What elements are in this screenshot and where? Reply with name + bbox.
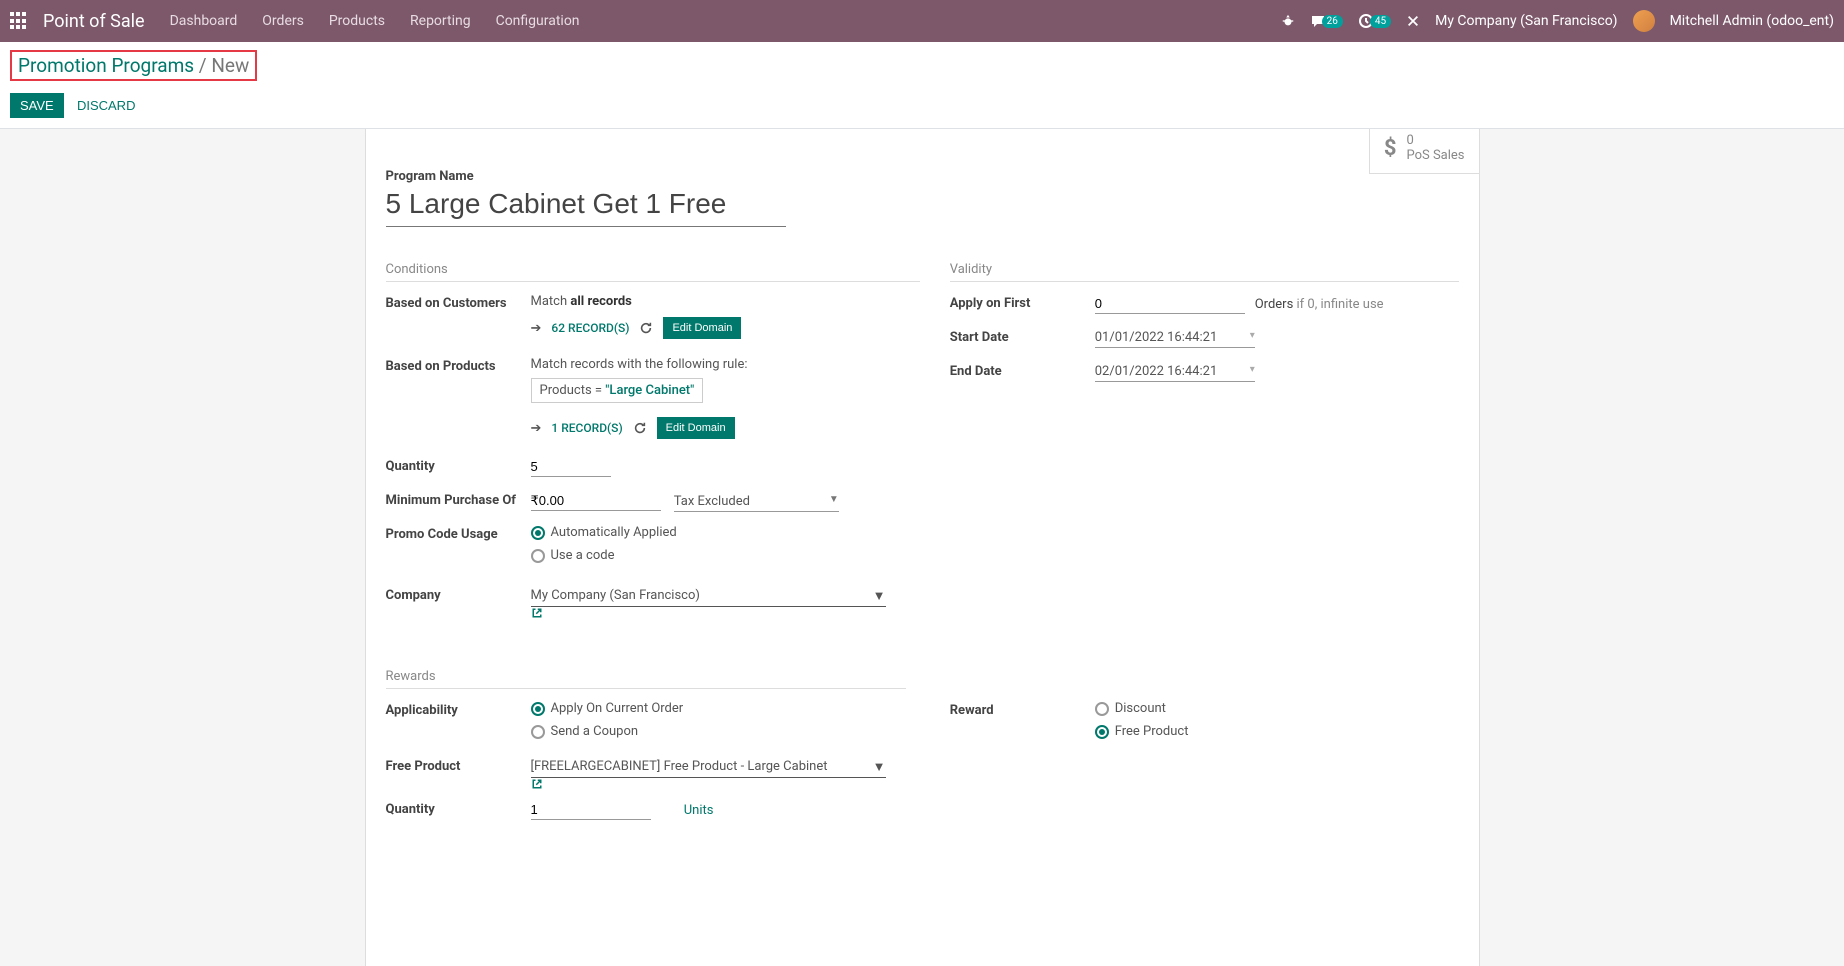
applicability-current-radio[interactable]: Apply On Current Order	[531, 701, 920, 716]
dollar-icon: $	[1384, 136, 1397, 161]
reward-quantity-input[interactable]	[531, 800, 651, 820]
label-free-product: Free Product	[386, 757, 531, 774]
radio-icon	[531, 549, 545, 563]
apply-on-first-help: Orders if 0, infinite use	[1255, 297, 1384, 312]
label-min-purchase: Minimum Purchase Of	[386, 491, 531, 508]
promo-code-radio[interactable]: Use a code	[531, 548, 920, 563]
free-product-select[interactable]: [FREELARGECABINET] Free Product - Large …	[531, 757, 886, 778]
radio-icon	[531, 526, 545, 540]
nav-configuration[interactable]: Configuration	[496, 13, 580, 29]
chevron-down-icon: ▼	[873, 588, 886, 604]
form-background: $ 0 PoS Sales Program Name Conditions Ba…	[0, 129, 1844, 966]
breadcrumb: Promotion Programs / New	[10, 50, 257, 81]
label-reward-quantity: Quantity	[386, 800, 531, 817]
radio-icon	[531, 725, 545, 739]
breadcrumb-current: New	[211, 54, 249, 77]
chevron-down-icon: ▾	[1250, 330, 1255, 345]
label-reward: Reward	[950, 701, 1095, 718]
breadcrumb-root[interactable]: Promotion Programs	[18, 54, 194, 77]
start-date-input[interactable]: 01/01/2022 16:44:21 ▾	[1095, 328, 1255, 348]
user-menu[interactable]: Mitchell Admin (odoo_ent)	[1670, 13, 1834, 29]
label-applicability: Applicability	[386, 701, 531, 718]
applicability-coupon-radio[interactable]: Send a Coupon	[531, 724, 920, 739]
arrow-right-icon: ➔	[531, 421, 542, 436]
promo-auto-radio[interactable]: Automatically Applied	[531, 525, 920, 540]
section-conditions: Conditions	[386, 262, 920, 282]
external-link-icon[interactable]	[531, 607, 920, 619]
radio-icon	[1095, 725, 1109, 739]
nav-orders[interactable]: Orders	[262, 13, 304, 29]
nav-reporting[interactable]: Reporting	[410, 13, 471, 29]
nav-products[interactable]: Products	[329, 13, 385, 29]
bug-icon[interactable]	[1281, 14, 1295, 28]
products-rule-chip: Products = "Large Cabinet"	[531, 378, 704, 403]
label-quantity: Quantity	[386, 457, 531, 474]
chevron-down-icon: ▼	[829, 494, 839, 509]
refresh-icon[interactable]	[633, 421, 647, 435]
program-name-input[interactable]	[386, 186, 786, 227]
section-rewards: Rewards	[386, 669, 906, 689]
label-start-date: Start Date	[950, 328, 1095, 345]
apps-icon[interactable]	[10, 12, 28, 30]
chevron-down-icon: ▼	[873, 759, 886, 775]
tools-icon[interactable]	[1406, 14, 1420, 28]
tax-option-select[interactable]: Tax Excluded ▼	[674, 492, 839, 512]
nav-menu: Dashboard Orders Products Reporting Conf…	[170, 13, 1281, 29]
radio-icon	[531, 702, 545, 716]
customers-edit-domain-button[interactable]: Edit Domain	[663, 317, 741, 339]
activity-badge: 45	[1370, 15, 1391, 28]
min-purchase-input[interactable]	[531, 491, 661, 511]
arrow-right-icon: ➔	[531, 321, 542, 336]
apply-on-first-input[interactable]	[1095, 294, 1245, 314]
quantity-input[interactable]	[531, 457, 611, 477]
company-select[interactable]: My Company (San Francisco) ▼	[531, 586, 886, 607]
messages-icon[interactable]: 26	[1310, 13, 1343, 29]
reward-quantity-units: Units	[684, 803, 714, 818]
label-apply-on-first: Apply on First	[950, 294, 1095, 311]
app-title: Point of Sale	[43, 11, 145, 32]
label-based-on-products: Based on Products	[386, 357, 531, 374]
customers-records-link[interactable]: 62 record(s)	[551, 321, 629, 335]
discard-button[interactable]: Discard	[67, 93, 146, 118]
avatar[interactable]	[1633, 10, 1655, 32]
program-name-label: Program Name	[386, 169, 1459, 184]
external-link-icon[interactable]	[531, 778, 920, 790]
nav-dashboard[interactable]: Dashboard	[170, 13, 238, 29]
label-end-date: End Date	[950, 362, 1095, 379]
products-match-text: Match records with the following rule:	[531, 357, 748, 372]
company-switcher[interactable]: My Company (San Francisco)	[1435, 13, 1617, 29]
reward-free-product-radio[interactable]: Free Product	[1095, 724, 1459, 739]
products-edit-domain-button[interactable]: Edit Domain	[657, 417, 735, 439]
topbar-right: 26 45 My Company (San Francisco) Mitchel…	[1281, 10, 1834, 32]
reward-discount-radio[interactable]: Discount	[1095, 701, 1459, 716]
stat-label: PoS Sales	[1406, 148, 1464, 163]
refresh-icon[interactable]	[639, 321, 653, 335]
label-based-on-customers: Based on Customers	[386, 294, 531, 311]
chevron-down-icon: ▾	[1250, 364, 1255, 379]
products-records-link[interactable]: 1 record(s)	[551, 421, 622, 435]
customers-match-text: Match all records	[531, 294, 632, 309]
label-promo-code-usage: Promo Code Usage	[386, 525, 531, 542]
activity-icon[interactable]: 45	[1358, 13, 1391, 29]
save-button[interactable]: Save	[10, 93, 64, 118]
form-sheet: $ 0 PoS Sales Program Name Conditions Ba…	[365, 129, 1480, 966]
control-bar: Promotion Programs / New Save Discard	[0, 42, 1844, 129]
messages-badge: 26	[1322, 15, 1343, 28]
topbar: Point of Sale Dashboard Orders Products …	[0, 0, 1844, 42]
label-company: Company	[386, 586, 531, 603]
pos-sales-statbox[interactable]: $ 0 PoS Sales	[1369, 129, 1479, 174]
section-validity: Validity	[950, 262, 1459, 282]
stat-count: 0	[1406, 133, 1464, 148]
breadcrumb-sep: /	[194, 54, 211, 77]
radio-icon	[1095, 702, 1109, 716]
end-date-input[interactable]: 02/01/2022 16:44:21 ▾	[1095, 362, 1255, 382]
